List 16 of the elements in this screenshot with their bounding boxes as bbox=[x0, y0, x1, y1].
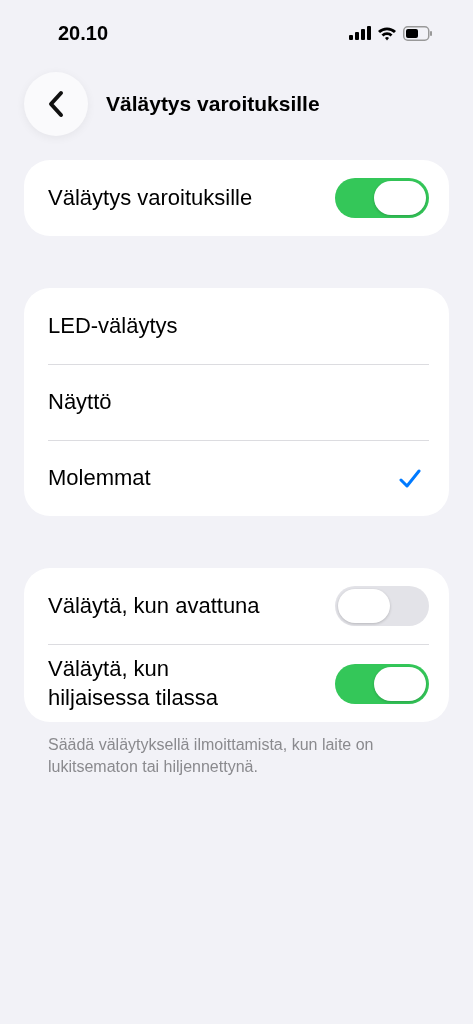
setting-label: Väläytys varoituksille bbox=[48, 183, 253, 212]
chevron-left-icon bbox=[47, 90, 65, 118]
wifi-icon bbox=[377, 25, 397, 41]
toggle-switch[interactable] bbox=[335, 586, 429, 626]
signal-icon bbox=[349, 26, 371, 40]
setting-label: Väläytä, kun hiljaisessa tilassa bbox=[48, 655, 219, 712]
toggle-switch[interactable] bbox=[335, 178, 429, 218]
option-row[interactable]: LED-väläytys bbox=[48, 288, 429, 364]
page-title: Väläytys varoituksille bbox=[106, 92, 320, 116]
setting-label: Väläytä, kun avattuna bbox=[48, 591, 260, 620]
option-row[interactable]: Molemmat bbox=[48, 440, 429, 516]
battery-icon bbox=[403, 25, 433, 41]
footer-note: Säädä väläytyksellä ilmoittamista, kun laite on lukitsematon tai hiljennettynä. bbox=[47, 735, 375, 777]
option-row[interactable]: Näyttö bbox=[48, 364, 429, 440]
toggle-switch[interactable] bbox=[335, 663, 429, 704]
status-time: 20.10 bbox=[58, 21, 109, 45]
